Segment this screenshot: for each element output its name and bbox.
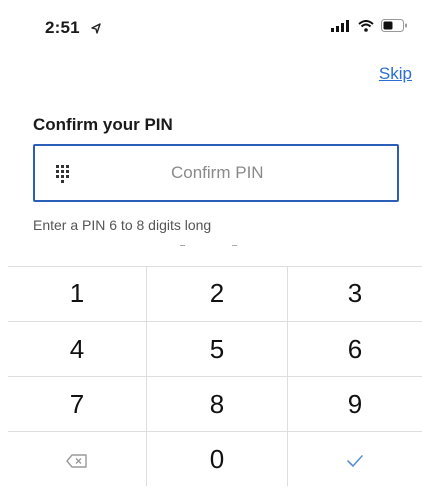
key-3[interactable]: 3 (288, 266, 422, 321)
key-6[interactable]: 6 (288, 322, 422, 376)
numeric-keypad: 1 2 3 4 5 6 7 8 9 0 (8, 266, 422, 486)
location-arrow-icon (91, 21, 101, 39)
pin-field[interactable] (33, 144, 399, 202)
signal-icon (331, 19, 351, 37)
status-indicators (331, 19, 408, 37)
battery-icon (381, 19, 408, 37)
key-0[interactable]: 0 (147, 432, 287, 486)
backspace-button[interactable] (8, 432, 146, 486)
wifi-icon (358, 19, 374, 37)
key-9[interactable]: 9 (288, 377, 422, 431)
key-2[interactable]: 2 (147, 266, 287, 321)
key-1[interactable]: 1 (8, 266, 146, 321)
pin-helper-text: Enter a PIN 6 to 8 digits long (33, 217, 212, 233)
pin-input[interactable] (93, 146, 393, 200)
faint-divider (180, 245, 185, 246)
keypad-grid-icon (56, 165, 73, 190)
backspace-icon (66, 444, 88, 475)
pin-title: Confirm your PIN (33, 115, 173, 134)
skip-link[interactable]: Skip (379, 64, 412, 84)
confirm-button[interactable] (288, 432, 422, 486)
key-7[interactable]: 7 (8, 377, 146, 431)
check-icon (346, 444, 364, 475)
status-time: 2:51 (45, 18, 80, 37)
key-8[interactable]: 8 (147, 377, 287, 431)
key-4[interactable]: 4 (8, 322, 146, 376)
faint-divider (232, 245, 237, 246)
status-bar: 2:51 (0, 0, 422, 56)
key-5[interactable]: 5 (147, 322, 287, 376)
